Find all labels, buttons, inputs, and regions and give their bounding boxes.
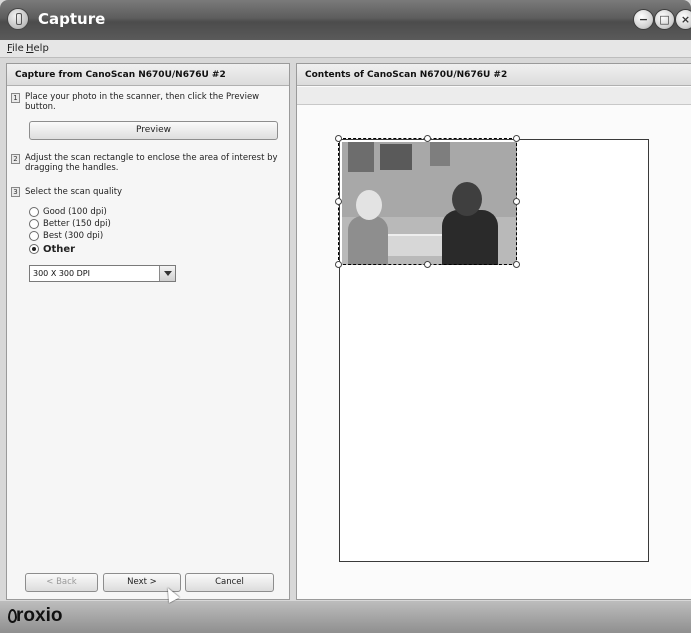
dpi-select-value: 300 X 300 DPI — [33, 269, 90, 278]
quality-other-label: Other — [43, 243, 76, 255]
minimize-button[interactable]: − — [633, 9, 654, 30]
step-1-number: 1 — [11, 93, 20, 103]
radio-other[interactable] — [29, 244, 39, 254]
preview-button[interactable]: Preview — [29, 121, 278, 140]
menu-file[interactable]: File — [7, 43, 24, 54]
window-title: Capture — [38, 10, 106, 28]
close-button[interactable]: × — [675, 9, 691, 30]
maximize-button[interactable]: □ — [654, 9, 675, 30]
resize-handle-right[interactable] — [513, 198, 520, 205]
resize-handle-bottom-left[interactable] — [335, 261, 342, 268]
left-panel-header: Capture from CanoScan N670U/N676U #2 — [7, 64, 289, 86]
dpi-select[interactable]: 300 X 300 DPI — [29, 265, 176, 282]
resize-handle-top[interactable] — [424, 135, 431, 142]
step-3-number: 3 — [11, 187, 20, 197]
radio-good[interactable] — [29, 207, 39, 217]
cancel-button[interactable]: Cancel — [185, 573, 274, 592]
title-bar: Capture − □ × — [0, 0, 691, 40]
step-3-text: Select the scan quality — [25, 187, 123, 197]
quality-option-good[interactable]: Good (100 dpi) — [29, 206, 107, 218]
radio-better[interactable] — [29, 219, 39, 229]
quality-good-label: Good (100 dpi) — [43, 207, 107, 217]
roxio-logo: roxio — [16, 605, 63, 626]
right-panel-toolbar — [297, 87, 691, 105]
right-panel-header: Contents of CanoScan N670U/N676U #2 — [297, 64, 691, 86]
resize-handle-left[interactable] — [335, 198, 342, 205]
scan-preview-area[interactable] — [335, 135, 649, 562]
quality-option-best[interactable]: Best (300 dpi) — [29, 230, 103, 242]
radio-best[interactable] — [29, 231, 39, 241]
capture-steps-panel: Capture from CanoScan N670U/N676U #2 1 P… — [6, 63, 290, 600]
quality-better-label: Better (150 dpi) — [43, 219, 111, 229]
menu-help[interactable]: Help — [26, 43, 49, 54]
resize-handle-bottom-right[interactable] — [513, 261, 520, 268]
step-2-text: Adjust the scan rectangle to enclose the… — [25, 153, 278, 173]
resize-handle-top-right[interactable] — [513, 135, 520, 142]
quality-best-label: Best (300 dpi) — [43, 231, 104, 241]
chevron-down-icon[interactable] — [159, 266, 175, 281]
step-2-number: 2 — [11, 154, 20, 164]
app-icon — [7, 8, 29, 30]
menu-help-accel: H — [26, 43, 34, 54]
back-button[interactable]: < Back — [25, 573, 98, 592]
footer-bar: roxio — [0, 601, 691, 633]
menu-file-label: ile — [12, 43, 24, 54]
scanner-contents-panel: Contents of CanoScan N670U/N676U #2 — [296, 63, 691, 600]
menu-help-label: elp — [33, 43, 49, 54]
menu-bar: File Help — [0, 40, 691, 58]
resize-handle-bottom[interactable] — [424, 261, 431, 268]
quality-option-other[interactable]: Other — [29, 243, 75, 255]
step-1-text: Place your photo in the scanner, then cl… — [25, 92, 260, 112]
quality-option-better[interactable]: Better (150 dpi) — [29, 218, 111, 230]
resize-handle-top-left[interactable] — [335, 135, 342, 142]
scan-rectangle[interactable] — [335, 135, 520, 268]
